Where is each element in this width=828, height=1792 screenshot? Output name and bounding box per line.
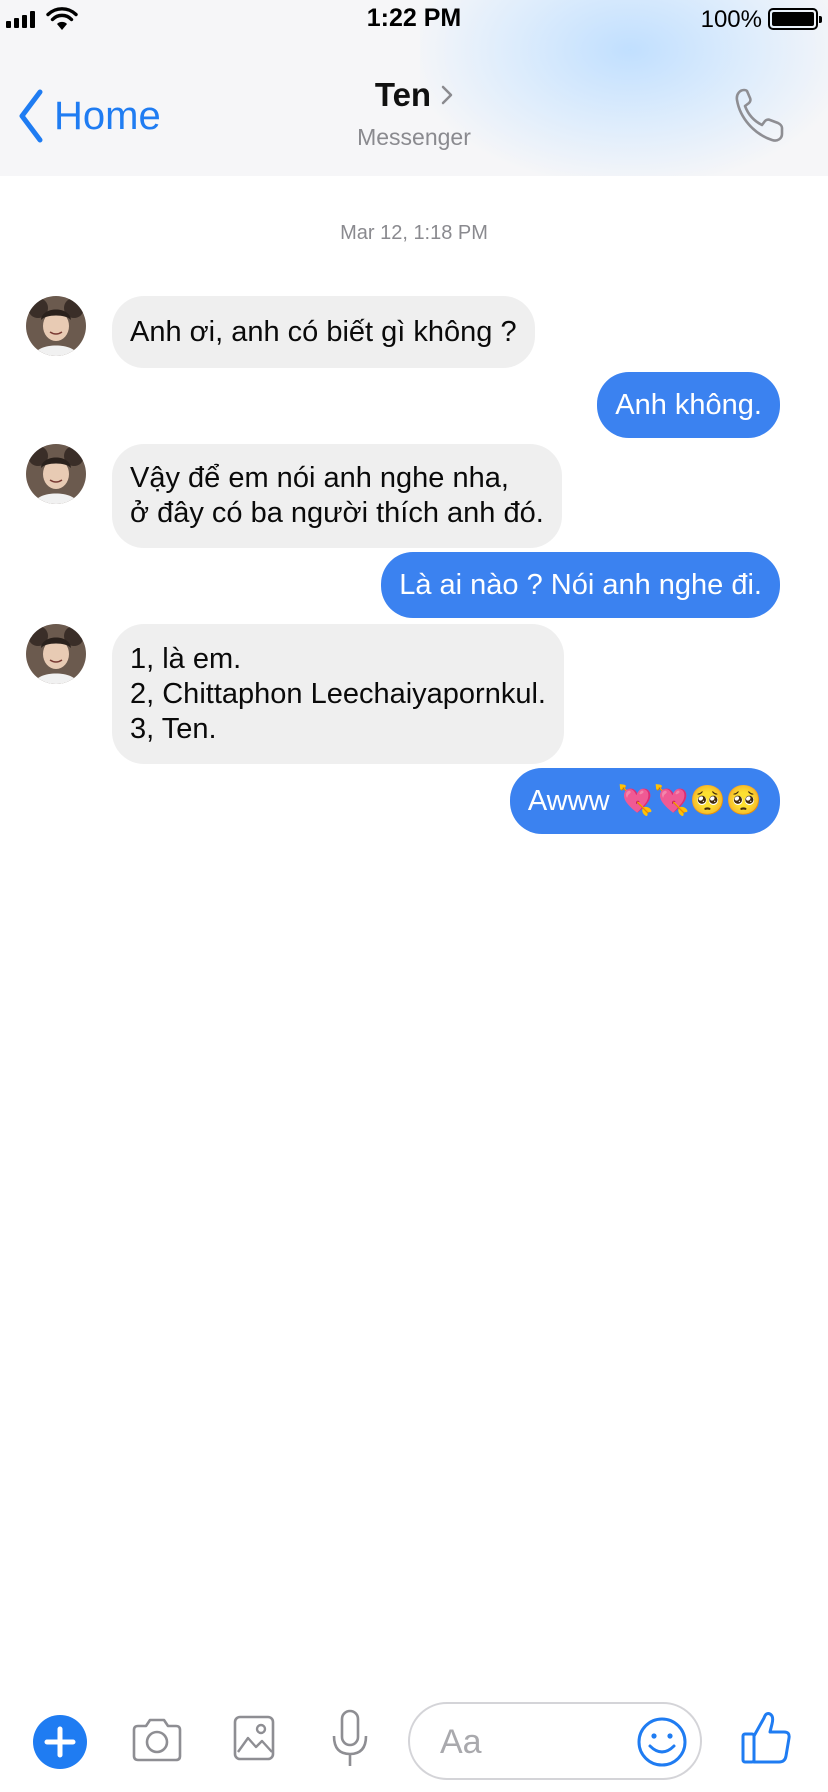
conversation-title: Ten Messenger	[0, 76, 828, 151]
incoming-message-bubble[interactable]: 1, là em. 2, Chittaphon Leechaiyapornkul…	[112, 624, 564, 764]
contact-name-button[interactable]: Ten	[375, 76, 453, 114]
contact-avatar[interactable]	[26, 624, 86, 684]
plus-circle-icon[interactable]	[32, 1714, 88, 1770]
smiley-icon[interactable]	[636, 1716, 688, 1768]
composer-toolbar	[0, 1690, 828, 1792]
incoming-message-bubble[interactable]: Anh ơi, anh có biết gì không ?	[112, 296, 535, 368]
phone-icon[interactable]	[732, 86, 784, 144]
camera-icon[interactable]	[130, 1716, 184, 1764]
message-list[interactable]: Mar 12, 1:18 PM Anh ơi, anh có biết gì k…	[0, 176, 828, 1676]
battery-icon	[768, 8, 822, 30]
conversation-subtitle: Messenger	[357, 124, 471, 150]
contact-avatar[interactable]	[26, 296, 86, 356]
message-timestamp: Mar 12, 1:18 PM	[340, 222, 488, 244]
battery-percent: 100%	[700, 6, 762, 33]
message-composer	[408, 1702, 702, 1780]
thumbs-up-icon[interactable]	[740, 1708, 792, 1766]
message-input[interactable]	[440, 1716, 620, 1768]
outgoing-message-bubble[interactable]: Anh không.	[597, 372, 780, 438]
outgoing-message-bubble[interactable]: Là ai nào ? Nói anh nghe đi.	[381, 552, 780, 618]
microphone-icon[interactable]	[330, 1708, 370, 1770]
chevron-right-icon	[441, 85, 453, 105]
outgoing-message-bubble[interactable]: Awww 💘💘🥺🥺	[509, 768, 780, 834]
contact-avatar[interactable]	[26, 444, 86, 504]
incoming-message-bubble[interactable]: Vậy để em nói anh nghe nha, ở đây có ba …	[112, 444, 562, 548]
chat-header: 1:22 PM 100% Home Ten Messenger	[0, 0, 828, 176]
image-icon[interactable]	[232, 1714, 276, 1762]
status-bar: 1:22 PM 100%	[0, 0, 828, 40]
contact-name: Ten	[374, 76, 432, 113]
